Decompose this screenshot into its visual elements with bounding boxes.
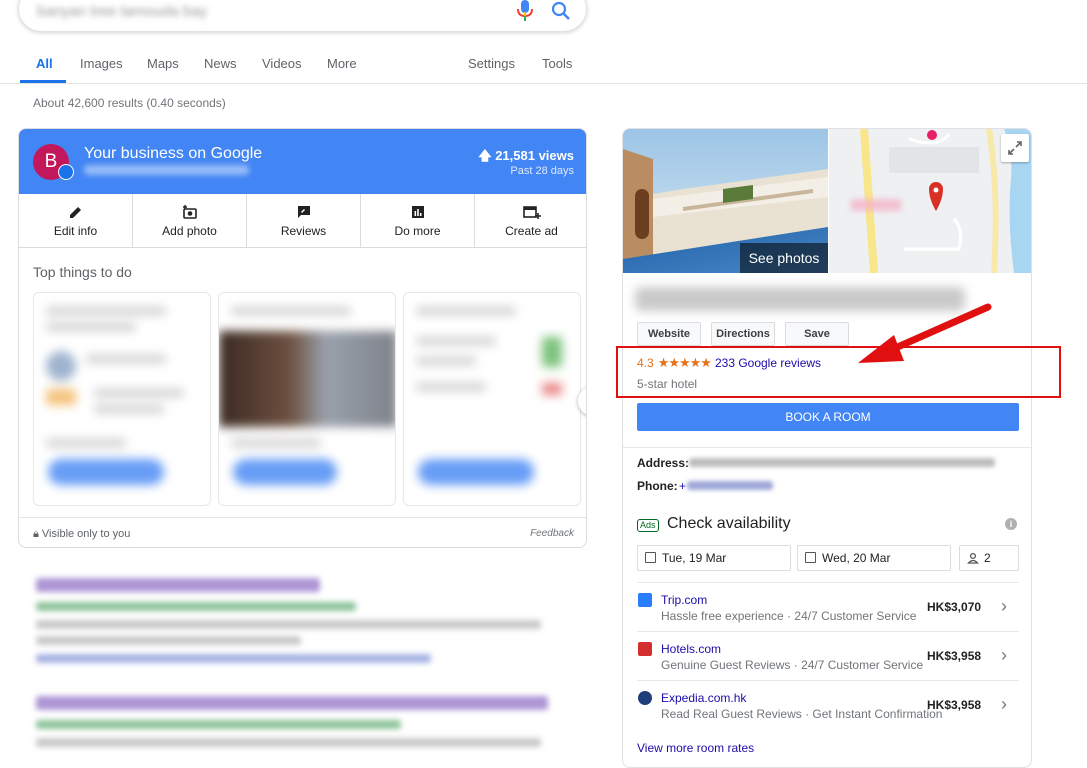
- business-footer: 🔒︎ Visible only to you Feedback: [19, 517, 586, 547]
- suggestion-card[interactable]: [403, 292, 581, 506]
- add-photo-icon: [182, 205, 197, 219]
- expand-icon: [1008, 141, 1022, 155]
- checkin-date[interactable]: Tue, 19 Mar: [637, 545, 791, 571]
- divider: [637, 631, 1019, 632]
- ads-badge: Ads: [637, 519, 659, 532]
- result-stats: About 42,600 results (0.40 seconds): [33, 96, 226, 110]
- chevron-right-icon[interactable]: ›: [1001, 645, 1007, 666]
- visibility-note: 🔒︎ Visible only to you: [33, 528, 131, 540]
- chart-icon: [411, 206, 424, 218]
- divider: [637, 680, 1019, 681]
- create-ad-button[interactable]: Create ad: [475, 194, 586, 248]
- view-more-rates-link[interactable]: View more room rates: [637, 741, 754, 755]
- active-tab-indicator: [20, 80, 66, 83]
- suggestion-card[interactable]: [33, 292, 211, 506]
- add-photo-button[interactable]: Add photo: [133, 194, 247, 248]
- business-name-blurred: [84, 165, 249, 175]
- offer-row[interactable]: Trip.com Hassle free experience · 24/7 C…: [623, 585, 1031, 633]
- guests-selector[interactable]: 2: [959, 545, 1019, 571]
- checkout-date[interactable]: Wed, 20 Mar: [797, 545, 951, 571]
- divider: [623, 447, 1031, 448]
- avatar[interactable]: B: [33, 144, 74, 180]
- divider: [637, 582, 1019, 583]
- suggestion-card[interactable]: [218, 292, 396, 506]
- phone-label: Phone:: [637, 479, 678, 493]
- save-button[interactable]: Save: [785, 322, 849, 346]
- tab-images[interactable]: Images: [80, 56, 123, 71]
- offer-row[interactable]: Expedia.com.hk Read Real Guest Reviews ·…: [623, 683, 1031, 731]
- organic-results-blurred[interactable]: [36, 578, 556, 748]
- tripcom-logo-icon: [638, 593, 652, 607]
- offer-site[interactable]: Trip.com: [661, 593, 707, 607]
- offer-price: HK$3,958: [927, 649, 982, 663]
- offer-description: Hassle free experience · 24/7 Customer S…: [661, 609, 917, 623]
- views-period: Past 28 days: [510, 165, 574, 177]
- directions-button[interactable]: Directions: [711, 322, 775, 346]
- hotelscom-logo-icon: [638, 642, 652, 656]
- tab-maps[interactable]: Maps: [147, 56, 179, 71]
- feedback-link[interactable]: Feedback: [530, 528, 574, 539]
- offer-price: HK$3,958: [927, 698, 982, 712]
- offer-description: Read Real Guest Reviews · Get Instant Co…: [661, 707, 943, 721]
- see-photos-button[interactable]: See photos: [740, 243, 828, 273]
- offer-description: Genuine Guest Reviews · 24/7 Customer Se…: [661, 658, 924, 672]
- search-query[interactable]: banyan tree tamouda bay: [37, 3, 207, 20]
- create-ad-icon: [522, 206, 541, 219]
- edit-info-button[interactable]: Edit info: [19, 194, 133, 248]
- calendar-icon: [805, 552, 816, 563]
- phone-prefix[interactable]: +: [679, 479, 686, 493]
- business-actions: Edit info Add photo Reviews Do more Crea…: [19, 194, 586, 248]
- reviews-button[interactable]: Reviews: [247, 194, 361, 248]
- expedia-logo-icon: [638, 691, 652, 705]
- tab-more[interactable]: More: [327, 56, 357, 71]
- reviews-icon: [297, 206, 310, 218]
- lock-icon: 🔒︎: [33, 528, 39, 540]
- check-availability-heading: Check availability: [667, 515, 791, 532]
- offer-site[interactable]: Hotels.com: [661, 642, 721, 656]
- business-header: B Your business on Google 🡅 21,581 views…: [19, 129, 586, 194]
- offer-site[interactable]: Expedia.com.hk: [661, 691, 746, 705]
- search-icon[interactable]: [551, 1, 571, 21]
- annotation-arrow-icon: [858, 303, 992, 363]
- website-button[interactable]: Website: [637, 322, 701, 346]
- pencil-icon: [69, 207, 81, 218]
- business-title[interactable]: Your business on Google: [84, 145, 262, 163]
- tab-all[interactable]: All: [36, 56, 53, 71]
- tab-videos[interactable]: Videos: [262, 56, 302, 71]
- top-things-heading: Top things to do: [33, 264, 132, 280]
- offer-price: HK$3,070: [927, 600, 982, 614]
- knowledge-panel: See photos Website Directions Save 4.3 ★★…: [622, 128, 1032, 768]
- phone-blurred[interactable]: [687, 481, 773, 490]
- tab-settings[interactable]: Settings: [468, 56, 515, 71]
- info-icon[interactable]: i: [1005, 518, 1017, 530]
- microphone-icon[interactable]: [516, 0, 534, 23]
- tab-tools[interactable]: Tools: [542, 56, 572, 71]
- expand-map-button[interactable]: [1001, 134, 1029, 162]
- hotel-photo[interactable]: See photos: [623, 129, 828, 273]
- calendar-icon: [645, 552, 656, 563]
- search-tabs: All Images Maps News Videos More Setting…: [0, 50, 1087, 84]
- address-label: Address:: [637, 456, 690, 470]
- search-bar[interactable]: banyan tree tamouda bay: [18, 0, 587, 32]
- avatar-letter: B: [44, 151, 58, 172]
- person-icon: [967, 552, 979, 564]
- do-more-button[interactable]: Do more: [361, 194, 475, 248]
- arrow-up-icon: 🡅: [478, 148, 496, 163]
- verified-shield-icon: [58, 164, 74, 180]
- book-room-button[interactable]: BOOK A ROOM: [637, 403, 1019, 431]
- tab-news[interactable]: News: [204, 56, 237, 71]
- chevron-right-icon[interactable]: ›: [1001, 694, 1007, 715]
- business-card: B Your business on Google 🡅 21,581 views…: [18, 128, 587, 548]
- address-blurred: [689, 458, 995, 467]
- map-thumbnail[interactable]: [829, 129, 1031, 273]
- offer-row[interactable]: Hotels.com Genuine Guest Reviews · 24/7 …: [623, 634, 1031, 682]
- chevron-right-icon[interactable]: ›: [1001, 596, 1007, 617]
